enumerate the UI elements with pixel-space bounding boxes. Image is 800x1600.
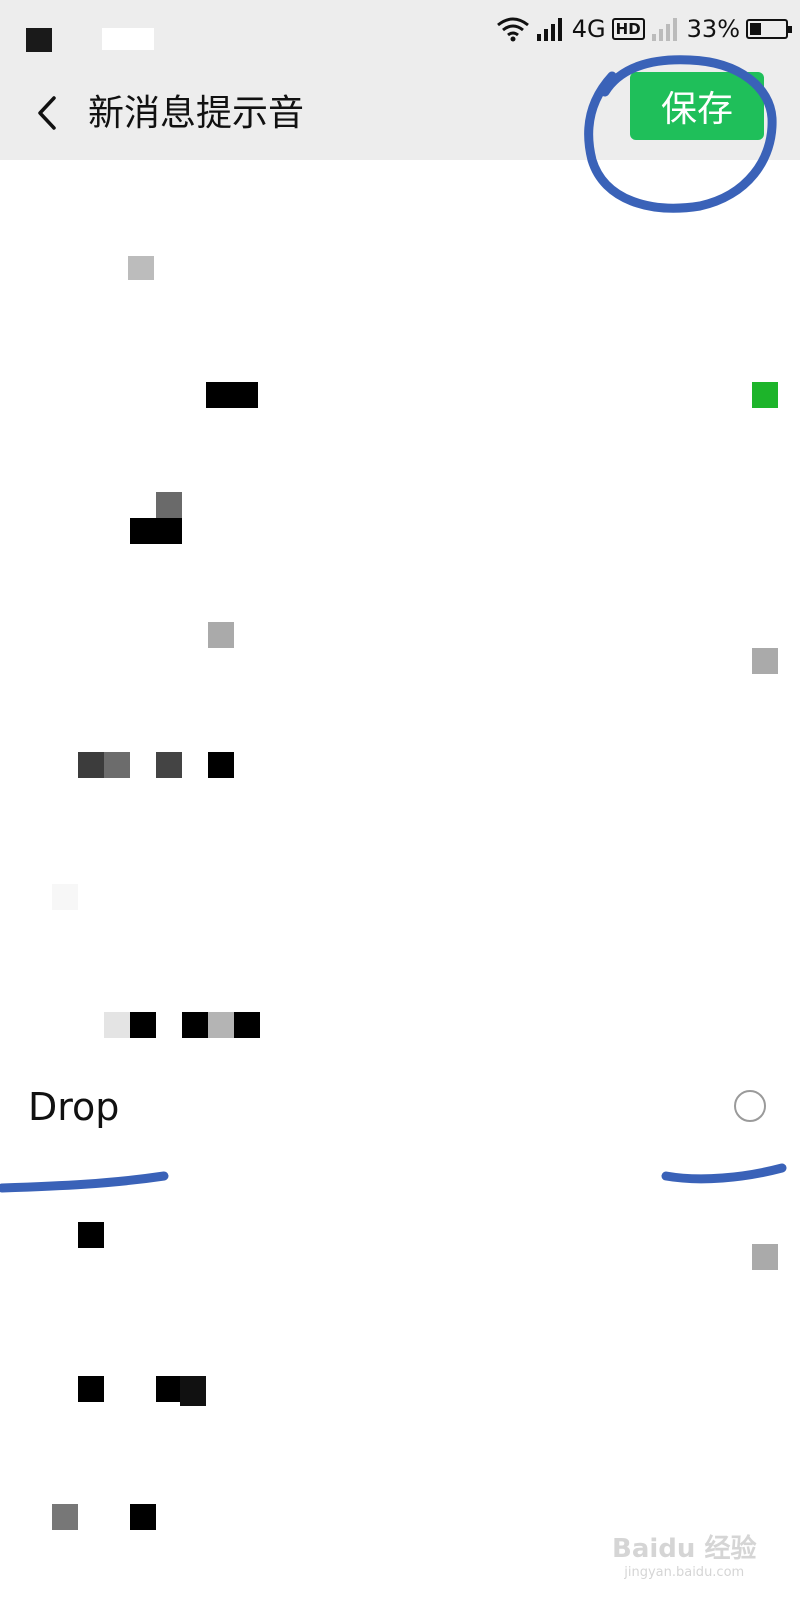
list-item[interactable]: [0, 968, 800, 1096]
list-item[interactable]: [0, 328, 800, 456]
status-notification-icon: [102, 28, 154, 50]
page-title: 新消息提示音: [88, 93, 305, 134]
list-item[interactable]: [0, 840, 800, 968]
obscured-label: [234, 1012, 260, 1038]
wifi-icon: [496, 17, 529, 42]
signal-weak-icon: [651, 18, 677, 41]
obscured-label: [156, 492, 182, 518]
obscured-label: [130, 1012, 156, 1038]
status-indicators: 4G HD 33%: [496, 12, 792, 46]
watermark-logo: Baidu 经验: [612, 1534, 757, 1564]
list-item[interactable]: [0, 712, 800, 840]
obscured-label: [182, 1012, 208, 1038]
list-item[interactable]: [0, 1196, 800, 1324]
obscured-label: [208, 1012, 234, 1038]
obscured-label: [156, 752, 182, 778]
list-item[interactable]: [0, 584, 800, 712]
battery-icon: [746, 19, 792, 39]
status-bar: 4G HD 33%: [0, 0, 800, 70]
radio-button[interactable]: [734, 1090, 766, 1122]
network-type: 4G: [571, 15, 606, 43]
obscured-radio: [752, 1244, 778, 1270]
obscured-label: [180, 1376, 206, 1406]
battery-percent: 33%: [686, 15, 740, 43]
obscured-label: [128, 256, 154, 280]
annotation-underline: [661, 1163, 787, 1184]
obscured-label: [130, 1504, 156, 1530]
watermark: Baidu 经验 jingyan.baidu.com: [612, 1528, 756, 1580]
obscured-label: [130, 518, 182, 544]
back-arrow-icon[interactable]: [28, 88, 68, 138]
obscured-label: [208, 622, 234, 648]
status-notification-icon: [26, 28, 52, 52]
obscured-label: [208, 752, 234, 778]
obscured-label: [104, 752, 130, 778]
sound-item-label[interactable]: Drop: [28, 1082, 119, 1132]
obscured-label: [206, 382, 258, 408]
title-bar: 新消息提示音 保存: [0, 70, 800, 160]
obscured-radio: [752, 648, 778, 674]
hd-indicator: HD: [611, 18, 645, 40]
obscured-label: [52, 1504, 78, 1530]
obscured-label: [104, 1012, 130, 1038]
list-item[interactable]: [0, 1324, 800, 1452]
obscured-label: [156, 1376, 182, 1402]
battery-level: [750, 23, 761, 35]
obscured-label: [52, 884, 78, 910]
obscured-label: [78, 752, 104, 778]
list-item[interactable]: [0, 456, 800, 584]
save-button[interactable]: 保存: [630, 72, 764, 140]
obscured-label: [78, 1376, 104, 1402]
signal-icon: [536, 18, 562, 41]
watermark-url: jingyan.baidu.com: [624, 1565, 745, 1580]
list-item[interactable]: [0, 200, 800, 328]
annotation-underline: [0, 1171, 169, 1193]
obscured-label: [78, 1222, 104, 1248]
selected-indicator: [752, 382, 778, 408]
